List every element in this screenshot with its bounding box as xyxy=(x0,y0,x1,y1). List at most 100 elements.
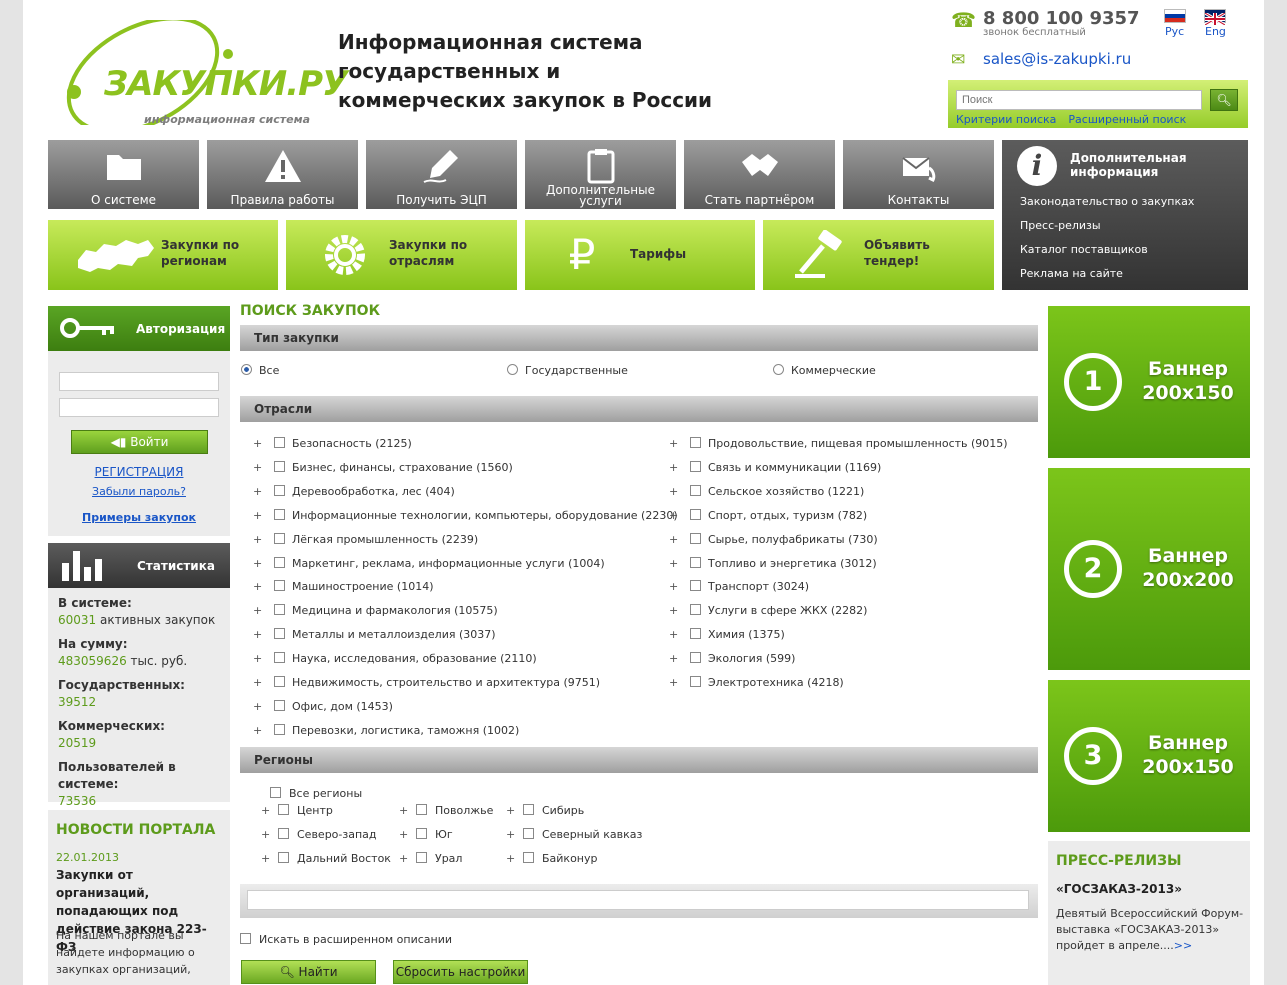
industry-item[interactable]: + Недвижимость, строительство и архитекту… xyxy=(253,676,600,689)
login-button[interactable]: ◀▮ Войти xyxy=(71,430,208,454)
industry-item[interactable]: + Сельское хозяйство (1221) xyxy=(669,484,864,498)
expand-icon[interactable]: + xyxy=(399,804,411,817)
industry-item[interactable]: + Информационные технологии, компьютеры, … xyxy=(253,508,678,522)
reset-button[interactable]: Сбросить настройки xyxy=(393,960,528,984)
banner-1[interactable]: 1 Баннер 200x150 xyxy=(1048,306,1250,458)
industry-item[interactable]: + Офис, дом (1453) xyxy=(253,699,393,713)
nav-industries[interactable]: Закупки по отраслям xyxy=(286,220,517,290)
region-item[interactable]: + Юг xyxy=(399,828,453,841)
expand-icon[interactable]: + xyxy=(261,852,273,865)
register-link[interactable]: РЕГИСТРАЦИЯ xyxy=(48,465,230,479)
industry-item[interactable]: + Деревообработка, лес (404) xyxy=(253,484,455,498)
expand-icon[interactable]: + xyxy=(253,485,264,498)
nav-rules[interactable]: Правила работы xyxy=(207,140,358,209)
examples-link[interactable]: Примеры закупок xyxy=(48,511,230,524)
industry-item[interactable]: + Наука, исследования, образование (2110) xyxy=(253,652,537,665)
type-com-radio[interactable]: Коммерческие xyxy=(773,364,876,377)
nav-tender[interactable]: Объявить тендер! xyxy=(763,220,994,290)
industry-item[interactable]: + Металлы и металлоизделия (3037) xyxy=(253,628,496,641)
expand-icon[interactable]: + xyxy=(253,652,264,665)
expand-icon[interactable]: + xyxy=(261,828,273,841)
info-link-ads[interactable]: Реклама на сайте xyxy=(1020,267,1194,280)
info-link-catalog[interactable]: Каталог поставщиков xyxy=(1020,243,1194,256)
all-regions-checkbox[interactable]: Все регионы xyxy=(253,787,362,800)
press-headline[interactable]: «ГОСЗАКАЗ-2013» xyxy=(1056,882,1182,896)
nav-about[interactable]: О системе xyxy=(48,140,199,209)
expand-icon[interactable]: + xyxy=(669,676,680,689)
expand-icon[interactable]: + xyxy=(399,828,411,841)
expand-icon[interactable]: + xyxy=(253,604,264,617)
expand-icon[interactable]: + xyxy=(253,557,264,570)
login-field[interactable] xyxy=(59,372,219,391)
logo[interactable]: ЗАКУПКИ.РУ информационная система xyxy=(48,16,348,134)
expand-icon[interactable]: + xyxy=(669,652,680,665)
industry-item[interactable]: + Услуги в сфере ЖКХ (2282) xyxy=(669,604,867,617)
expand-icon[interactable]: + xyxy=(669,580,680,593)
region-item[interactable]: + Северо-запад xyxy=(261,828,377,841)
advanced-search-link[interactable]: Расширенный поиск xyxy=(1068,113,1186,126)
region-item[interactable]: + Сибирь xyxy=(506,804,584,817)
expand-icon[interactable]: + xyxy=(506,828,518,841)
search-button[interactable]: 🔍︎ xyxy=(1210,89,1238,111)
industry-item[interactable]: + Перевозки, логистика, таможня (1002) xyxy=(253,723,519,737)
forgot-password-link[interactable]: Забыли пароль? xyxy=(48,485,230,498)
expand-icon[interactable]: + xyxy=(261,804,273,817)
industry-item[interactable]: + Машиностроение (1014) xyxy=(253,580,434,593)
expand-icon[interactable]: + xyxy=(669,485,680,498)
expand-icon[interactable]: + xyxy=(669,437,680,450)
expand-icon[interactable]: + xyxy=(253,676,264,689)
expand-icon[interactable]: + xyxy=(669,461,680,474)
expand-icon[interactable]: + xyxy=(669,628,680,641)
industry-item[interactable]: + Связь и коммуникации (1169) xyxy=(669,460,881,474)
type-gov-radio[interactable]: Государственные xyxy=(507,364,628,377)
industry-item[interactable]: + Маркетинг, реклама, информационные услу… xyxy=(253,556,605,570)
keyword-input[interactable] xyxy=(247,890,1029,910)
nav-partner[interactable]: Стать партнёром xyxy=(684,140,835,209)
industry-item[interactable]: + Медицина и фармакология (10575) xyxy=(253,604,498,617)
expand-icon[interactable]: + xyxy=(253,437,264,450)
extended-search-checkbox[interactable]: Искать в расширенном описании xyxy=(240,933,452,946)
info-link-press[interactable]: Пресс-релизы xyxy=(1020,219,1194,232)
lang-en-link[interactable]: Eng xyxy=(1205,25,1226,38)
password-field[interactable] xyxy=(59,398,219,417)
expand-icon[interactable]: + xyxy=(669,509,680,522)
expand-icon[interactable]: + xyxy=(669,557,680,570)
industry-item[interactable]: + Топливо и энергетика (3012) xyxy=(669,556,877,570)
press-more-link[interactable]: >> xyxy=(1174,939,1192,952)
industry-item[interactable]: + Сырье, полуфабрикаты (730) xyxy=(669,532,878,546)
industry-item[interactable]: + Химия (1375) xyxy=(669,628,785,641)
industry-item[interactable]: + Продовольствие, пищевая промышленность … xyxy=(669,437,1008,450)
nav-services[interactable]: Дополнительные услуги xyxy=(525,140,676,209)
region-item[interactable]: + Урал xyxy=(399,852,462,865)
expand-icon[interactable]: + xyxy=(506,852,518,865)
find-button[interactable]: 🔍︎ Найти xyxy=(241,960,376,984)
region-item[interactable]: + Центр xyxy=(261,804,333,817)
search-input[interactable] xyxy=(956,90,1202,110)
nav-contacts[interactable]: Контакты xyxy=(843,140,994,209)
expand-icon[interactable]: + xyxy=(253,509,264,522)
banner-3[interactable]: 3 Баннер 200x150 xyxy=(1048,680,1250,832)
flag-en-icon[interactable] xyxy=(1204,9,1226,27)
industry-item[interactable]: + Безопасность (2125) xyxy=(253,437,412,450)
expand-icon[interactable]: + xyxy=(669,533,680,546)
region-item[interactable]: + Байконур xyxy=(506,852,598,865)
expand-icon[interactable]: + xyxy=(253,724,264,737)
search-criteria-link[interactable]: Критерии поиска xyxy=(956,113,1056,126)
industry-item[interactable]: + Лёгкая промышленность (2239) xyxy=(253,532,478,546)
industry-item[interactable]: + Экология (599) xyxy=(669,652,795,665)
nav-tariffs[interactable]: ₽ Тарифы xyxy=(525,220,755,290)
industry-item[interactable]: + Бизнес, финансы, страхование (1560) xyxy=(253,460,513,474)
expand-icon[interactable]: + xyxy=(506,804,518,817)
expand-icon[interactable]: + xyxy=(253,628,264,641)
nav-regions[interactable]: Закупки по регионам xyxy=(48,220,278,290)
expand-icon[interactable]: + xyxy=(253,580,264,593)
nav-ecp[interactable]: Получить ЭЦП xyxy=(366,140,517,209)
industry-item[interactable]: + Транспорт (3024) xyxy=(669,580,809,593)
expand-icon[interactable]: + xyxy=(253,533,264,546)
industry-item[interactable]: + Спорт, отдых, туризм (782) xyxy=(669,508,867,522)
flag-ru-icon[interactable] xyxy=(1164,9,1186,23)
expand-icon[interactable]: + xyxy=(669,604,680,617)
region-item[interactable]: + Северный кавказ xyxy=(506,828,642,841)
expand-icon[interactable]: + xyxy=(253,461,264,474)
info-link-law[interactable]: Законодательство о закупках xyxy=(1020,195,1194,208)
